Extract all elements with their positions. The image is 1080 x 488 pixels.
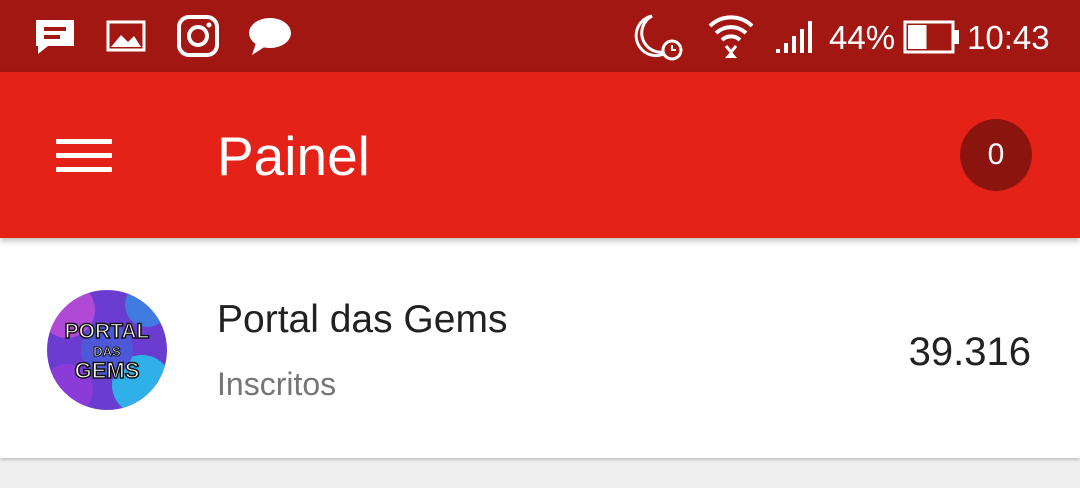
avatar-text-bottom: GEMS [75,358,140,383]
hamburger-menu-icon[interactable] [46,118,122,194]
cellular-signal-icon [776,21,812,53]
app-bar: Painel 0 [0,72,1080,238]
gallery-icon [106,20,146,52]
subscriber-count: 39.316 [908,330,1031,374]
notification-count-badge[interactable]: 0 [960,119,1032,191]
instagram-icon [177,15,219,57]
wifi-icon [708,15,754,58]
battery-percent: 44% [829,19,896,56]
message-notification-icon [36,20,74,54]
battery-level [908,25,927,49]
channel-row[interactable]: PORTAL DAS GEMS Portal das Gems Inscrito… [0,238,1080,458]
subscribers-label: Inscritos [217,366,337,402]
avatar-text-mid: DAS [93,344,121,359]
do-not-disturb-alarm-icon [634,14,683,61]
status-bar: 44% 10:43 [0,0,1080,72]
page-title: Painel [217,125,370,187]
channel-avatar: PORTAL DAS GEMS [47,290,167,410]
clock: 10:43 [967,19,1050,56]
channel-name: Portal das Gems [217,298,508,341]
chat-bubble-icon [249,18,291,55]
battery-icon [903,20,959,54]
avatar-text-top: PORTAL [65,320,150,343]
